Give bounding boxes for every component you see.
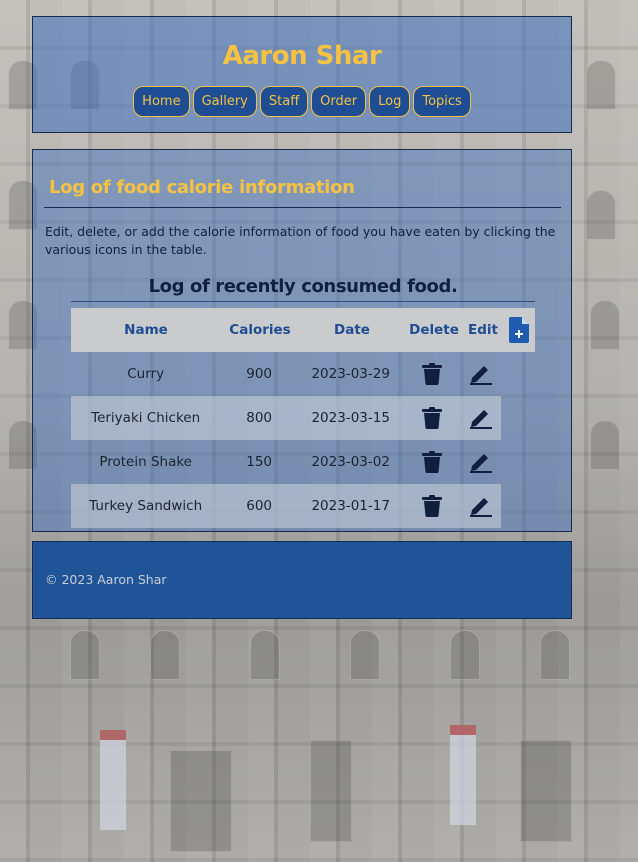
delete-button[interactable] bbox=[403, 407, 461, 429]
header-name: Name bbox=[124, 322, 168, 338]
table-row: Teriyaki Chicken 800 2023-03-15 bbox=[71, 396, 501, 440]
add-file-icon[interactable] bbox=[509, 317, 529, 343]
cell-name: Curry bbox=[127, 366, 165, 382]
cell-date: 2023-03-15 bbox=[311, 410, 390, 426]
delete-button[interactable] bbox=[403, 363, 461, 385]
edit-button[interactable] bbox=[461, 451, 501, 473]
pencil-icon[interactable] bbox=[469, 363, 493, 385]
nav-topics[interactable]: Topics bbox=[413, 86, 471, 117]
trash-icon[interactable] bbox=[422, 363, 443, 385]
nav-home[interactable]: Home bbox=[133, 86, 190, 117]
cell-name: Turkey Sandwich bbox=[89, 498, 203, 514]
main-nav: Home Gallery Staff Order Log Topics bbox=[33, 86, 571, 117]
nav-order[interactable]: Order bbox=[311, 86, 367, 117]
table-divider bbox=[71, 301, 535, 302]
trash-icon[interactable] bbox=[422, 407, 443, 429]
cell-date: 2023-03-02 bbox=[311, 454, 390, 470]
main-content: Log of food calorie information Edit, de… bbox=[32, 149, 572, 532]
header-calories: Calories bbox=[229, 322, 291, 338]
copyright-text: © 2023 Aaron Shar bbox=[45, 572, 167, 587]
edit-button[interactable] bbox=[461, 495, 501, 517]
nav-log[interactable]: Log bbox=[369, 86, 411, 117]
site-header: Aaron Shar Home Gallery Staff Order Log … bbox=[32, 16, 572, 133]
heading-divider bbox=[44, 207, 561, 208]
site-title: Aaron Shar bbox=[222, 41, 382, 71]
cell-date: 2023-03-29 bbox=[311, 366, 390, 382]
header-edit: Edit bbox=[468, 322, 498, 338]
pencil-icon[interactable] bbox=[469, 451, 493, 473]
delete-button[interactable] bbox=[403, 451, 461, 473]
cell-calories: 800 bbox=[246, 410, 273, 426]
cell-name: Protein Shake bbox=[99, 454, 192, 470]
nav-staff[interactable]: Staff bbox=[259, 86, 309, 117]
add-entry-button[interactable] bbox=[503, 317, 535, 343]
nav-gallery[interactable]: Gallery bbox=[192, 86, 257, 117]
cell-calories: 150 bbox=[246, 454, 273, 470]
site-footer: © 2023 Aaron Shar bbox=[32, 541, 572, 619]
header-delete: Delete bbox=[409, 322, 459, 338]
cell-calories: 600 bbox=[246, 498, 273, 514]
table-header: Name Calories Date Delete Edit bbox=[71, 308, 535, 352]
cell-calories: 900 bbox=[246, 366, 273, 382]
pencil-icon[interactable] bbox=[469, 495, 493, 517]
trash-icon[interactable] bbox=[422, 495, 443, 517]
table-row: Curry 900 2023-03-29 bbox=[71, 352, 501, 396]
pencil-icon[interactable] bbox=[469, 407, 493, 429]
edit-button[interactable] bbox=[461, 363, 501, 385]
cell-name: Teriyaki Chicken bbox=[91, 410, 201, 426]
edit-button[interactable] bbox=[461, 407, 501, 429]
cell-date: 2023-01-17 bbox=[311, 498, 390, 514]
intro-text: Edit, delete, or add the calorie informa… bbox=[45, 224, 556, 257]
header-date: Date bbox=[334, 322, 370, 338]
page-title: Log of food calorie information bbox=[49, 177, 355, 198]
table-row: Protein Shake 150 2023-03-02 bbox=[71, 440, 501, 484]
table-title: Log of recently consumed food. bbox=[148, 276, 458, 297]
table-row: Turkey Sandwich 600 2023-01-17 bbox=[71, 484, 501, 528]
delete-button[interactable] bbox=[403, 495, 461, 517]
trash-icon[interactable] bbox=[422, 451, 443, 473]
